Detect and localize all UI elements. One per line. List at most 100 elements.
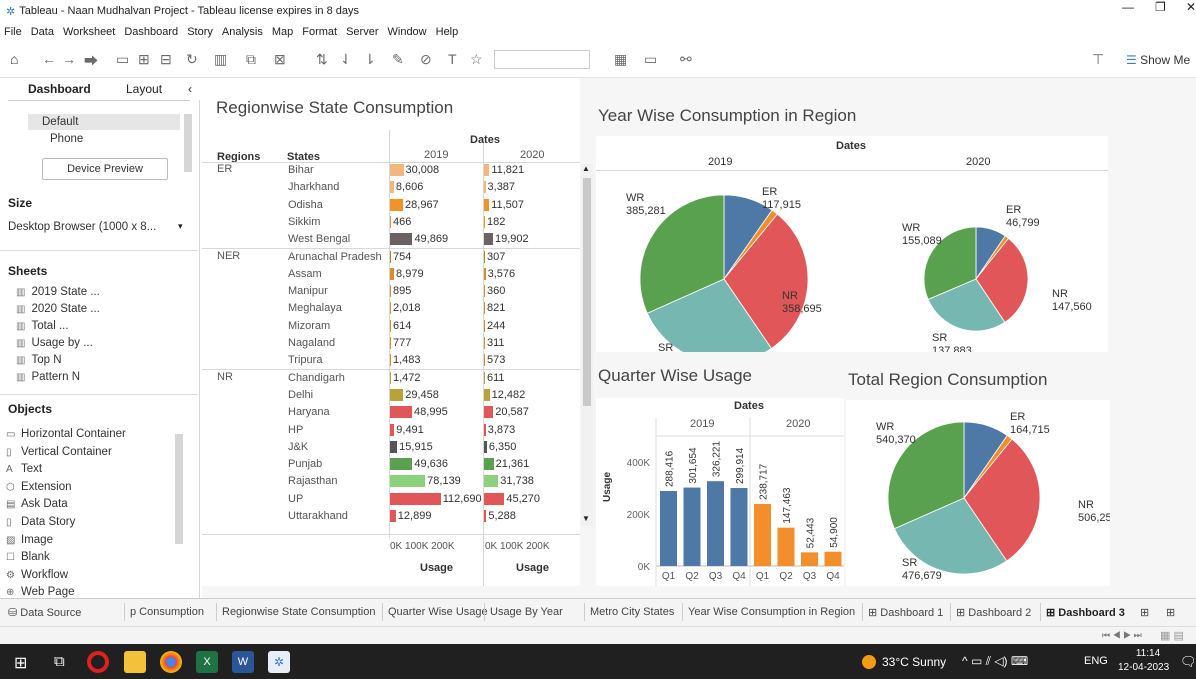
- menu-file[interactable]: File: [4, 26, 22, 38]
- share-icon[interactable]: ⚯: [680, 51, 692, 68]
- dropdown-arrow-icon[interactable]: ▾: [178, 221, 183, 232]
- bar-2020[interactable]: [484, 354, 485, 367]
- sheet-tab[interactable]: ⊞ Dashboard 3: [1046, 606, 1125, 619]
- quarter-bar[interactable]: [801, 552, 818, 566]
- new-sheet-icon[interactable]: ▥: [214, 51, 227, 68]
- sheet-tab[interactable]: Metro City States: [590, 606, 674, 618]
- quarter-panel[interactable]: Quarter Wise Usage Dates 2019 2020 400K 2…: [596, 364, 844, 586]
- table-panel[interactable]: Regionwise State Consumption Dates 2019 …: [202, 78, 593, 586]
- bar-2019[interactable]: [390, 198, 404, 211]
- object-item[interactable]: ⬡ Extension: [6, 481, 72, 493]
- back-icon[interactable]: ←: [42, 51, 56, 67]
- sheet-tab[interactable]: p Consumption: [130, 606, 204, 618]
- menu-help[interactable]: Help: [436, 26, 459, 38]
- bar-2019[interactable]: [390, 475, 426, 488]
- menu-data[interactable]: Data: [31, 26, 54, 38]
- maximize-icon[interactable]: ❐: [1155, 0, 1166, 14]
- sheet-tab[interactable]: ⊞ Dashboard 2: [956, 606, 1031, 619]
- bar-2019[interactable]: [390, 233, 413, 246]
- new-datasource-icon[interactable]: ⊞: [138, 51, 150, 68]
- bar-2019[interactable]: [390, 406, 413, 419]
- bar-2020[interactable]: [484, 371, 485, 384]
- bar-2020[interactable]: [484, 458, 494, 471]
- quarter-bar[interactable]: [707, 481, 724, 566]
- tableau-taskbar-icon[interactable]: ✲: [268, 651, 290, 673]
- clear-sheet-icon[interactable]: ⊠: [274, 51, 286, 68]
- swap-icon[interactable]: ⇅: [316, 51, 328, 68]
- task-view-icon[interactable]: ⧉: [54, 653, 65, 670]
- menu-worksheet[interactable]: Worksheet: [63, 26, 115, 38]
- object-item[interactable]: ▯ Vertical Container: [6, 446, 112, 458]
- menu-analysis[interactable]: Analysis: [222, 26, 263, 38]
- word-icon[interactable]: W: [232, 651, 254, 673]
- new-dashboard-icon[interactable]: ⊞: [1166, 606, 1175, 619]
- sheet-item[interactable]: ▥ Usage by ...: [16, 337, 93, 349]
- bar-2019[interactable]: [390, 164, 404, 176]
- quarter-bar[interactable]: [754, 503, 771, 566]
- bar-2020[interactable]: [484, 181, 486, 194]
- bar-2019[interactable]: [390, 267, 395, 280]
- bar-2019[interactable]: [390, 250, 391, 263]
- device-preview-button[interactable]: Device Preview: [42, 158, 168, 180]
- sort-desc-icon[interactable]: ⇂: [364, 51, 376, 68]
- bar-2019[interactable]: [390, 510, 396, 522]
- notification-icon[interactable]: 🗨: [1180, 654, 1196, 670]
- menu-story[interactable]: Story: [187, 26, 213, 38]
- show-me-button[interactable]: ☰ Show Me: [1126, 53, 1190, 67]
- sheet-item[interactable]: ▥ Pattern N: [16, 371, 80, 383]
- bar-2019[interactable]: [390, 492, 441, 505]
- bar-2020[interactable]: [484, 302, 485, 315]
- save-icon[interactable]: ▭: [116, 51, 129, 68]
- scrollbar[interactable]: [175, 434, 183, 544]
- object-item[interactable]: ☐ Blank: [6, 551, 50, 563]
- size-dropdown[interactable]: Desktop Browser (1000 x 8...: [8, 221, 156, 233]
- windows-start-icon[interactable]: ⊞: [14, 653, 27, 673]
- quarter-bar[interactable]: [730, 488, 748, 566]
- bar-2020[interactable]: [484, 319, 485, 332]
- bar-2019[interactable]: [390, 371, 391, 384]
- fit-dropdown[interactable]: [494, 50, 590, 69]
- opera-icon[interactable]: [87, 651, 109, 673]
- scroll-up-icon[interactable]: ▲: [582, 164, 590, 173]
- sheet-tab[interactable]: ⊞ Dashboard 1: [868, 606, 943, 619]
- scroll-down-icon[interactable]: ▼: [582, 514, 590, 523]
- bar-2020[interactable]: [484, 215, 485, 228]
- excel-icon[interactable]: X: [196, 651, 218, 673]
- table-scrollbar[interactable]: ▲ ▼: [581, 164, 593, 526]
- file-explorer-icon[interactable]: [124, 651, 146, 673]
- group-icon[interactable]: ⊘: [420, 51, 432, 68]
- menu-dashboard[interactable]: Dashboard: [124, 26, 178, 38]
- bar-2020[interactable]: [484, 423, 486, 436]
- bar-2020[interactable]: [484, 233, 493, 246]
- home-icon[interactable]: ⌂: [10, 51, 18, 67]
- object-item[interactable]: ▨ Image: [6, 534, 53, 546]
- pause-icon[interactable]: ⊟: [160, 51, 172, 68]
- sheet-tab[interactable]: Regionwise State Consumption: [222, 606, 375, 618]
- bar-2020[interactable]: [484, 337, 485, 349]
- presentation-icon[interactable]: ▭: [644, 51, 657, 68]
- menu-format[interactable]: Format: [302, 26, 337, 38]
- bar-2019[interactable]: [390, 285, 391, 298]
- sort-asc-icon[interactable]: ⇃: [340, 51, 352, 68]
- sheet-item[interactable]: ▥ Top N: [16, 354, 62, 366]
- sheet-item[interactable]: ▥ Total ...: [16, 320, 69, 332]
- year-pies-panel[interactable]: Year Wise Consumption in Region Dates 20…: [596, 96, 1108, 352]
- quarter-bar[interactable]: [683, 487, 701, 566]
- bar-2019[interactable]: [390, 337, 391, 349]
- sheet-tab[interactable]: Usage By Year: [490, 606, 563, 618]
- quarter-bar[interactable]: [777, 527, 795, 566]
- bar-2020[interactable]: [484, 406, 494, 419]
- new-worksheet-icon[interactable]: ⊞: [1140, 606, 1149, 619]
- pin-icon[interactable]: ☆: [470, 51, 483, 68]
- bar-2020[interactable]: [484, 250, 485, 263]
- bar-2020[interactable]: [484, 198, 490, 211]
- bar-2019[interactable]: [390, 388, 404, 401]
- language-indicator[interactable]: ENG: [1084, 655, 1108, 667]
- bar-2019[interactable]: [390, 440, 398, 453]
- tab-layout[interactable]: Layout ‹: [108, 78, 200, 100]
- bar-2019[interactable]: [390, 181, 394, 194]
- clock-date[interactable]: 12-04-2023: [1118, 662, 1169, 673]
- object-item[interactable]: ⊕ Web Page: [6, 586, 75, 598]
- object-item[interactable]: ▯ Data Story: [6, 516, 75, 528]
- quarter-bar[interactable]: [824, 551, 842, 566]
